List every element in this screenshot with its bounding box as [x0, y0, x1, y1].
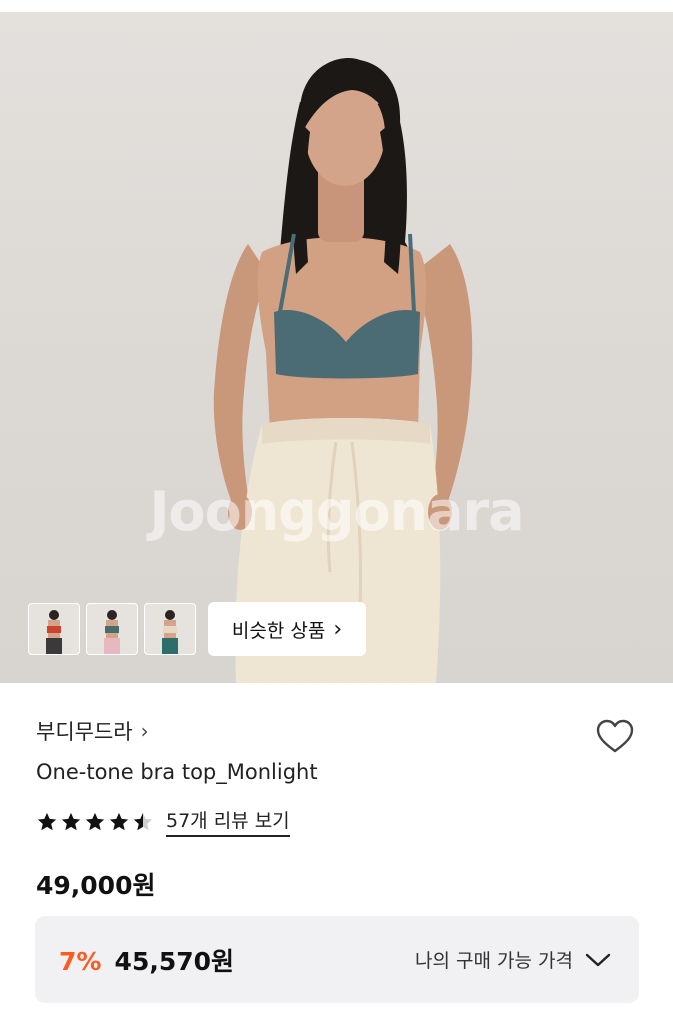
chevron-right-icon: ›: [140, 719, 149, 743]
thumbnail-image: [46, 610, 62, 654]
reviews-link[interactable]: 57개 리뷰 보기: [166, 806, 290, 837]
product-title: One-tone bra top_Monlight: [36, 760, 318, 784]
chevron-down-icon: [585, 953, 611, 966]
discounted-price: 45,570원: [114, 946, 235, 976]
similar-products-label: 비슷한 상품: [231, 619, 326, 642]
watermark: Joonggonara: [149, 480, 524, 543]
thumbnail-image: [104, 610, 120, 654]
discount-price-group: 7% 45,570원: [59, 942, 234, 978]
discount-percent: 7%: [59, 946, 102, 976]
chevron-right-icon: ›: [333, 616, 343, 642]
star-rating: [36, 811, 154, 833]
thumbnail-beige-top-teal-pants[interactable]: [144, 603, 196, 655]
brand-name: 부디무드라: [36, 720, 133, 744]
my-price-toggle[interactable]: 나의 구매 가능 가격: [415, 946, 611, 973]
original-price: 49,000원: [36, 871, 156, 900]
thumbnail-image: [162, 610, 178, 654]
star-icon: [37, 812, 57, 830]
model-photo: [213, 57, 473, 683]
thumbnail-teal-top-pink-pants[interactable]: [86, 603, 138, 655]
my-price-box[interactable]: 7% 45,570원 나의 구매 가능 가격: [35, 916, 639, 1003]
star-half-icon: [133, 812, 153, 830]
my-price-label: 나의 구매 가능 가격: [415, 950, 573, 972]
thumbnail-red-top[interactable]: [28, 603, 80, 655]
star-icon: [109, 812, 129, 830]
similar-products-button[interactable]: 비슷한 상품 ›: [208, 602, 366, 656]
rating-row: 57개 리뷰 보기: [36, 806, 290, 837]
star-icon: [85, 812, 105, 830]
product-image[interactable]: Joonggonara 비슷한 상품 ›: [0, 12, 673, 683]
heart-outline-icon[interactable]: [594, 716, 636, 758]
brand-link[interactable]: 부디무드라 ›: [36, 716, 149, 746]
thumbnail-strip: 비슷한 상품 ›: [28, 602, 366, 656]
star-icon: [61, 812, 81, 830]
